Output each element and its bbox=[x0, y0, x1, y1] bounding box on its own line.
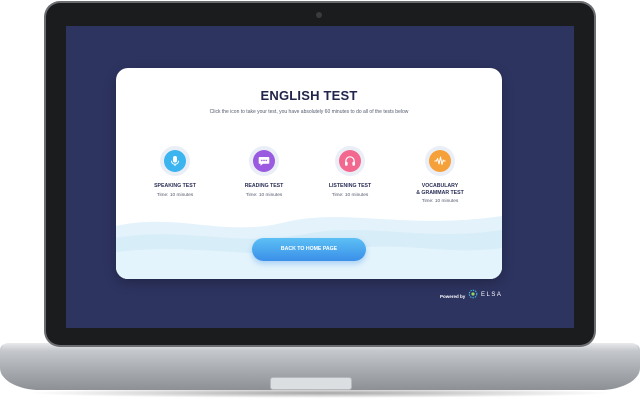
test-card: ENGLISH TEST Click the icon to take your… bbox=[116, 68, 502, 279]
laptop-lid-notch bbox=[270, 377, 352, 390]
screen: ENGLISH TEST Click the icon to take your… bbox=[66, 26, 574, 328]
instructions: Click the icon to take your test, you ha… bbox=[209, 109, 409, 115]
chat-bubble-icon bbox=[258, 157, 270, 166]
listening-icon-bg bbox=[339, 150, 361, 172]
elsa-brand: ELSA bbox=[481, 292, 503, 298]
listening-test-label: LISTENING TEST bbox=[328, 183, 372, 189]
speaking-test-label: SPEAKING TEST bbox=[154, 183, 196, 189]
speaking-test-time: Time: 10 minutes bbox=[156, 192, 194, 198]
headphones-icon bbox=[345, 156, 355, 166]
reading-test-time: Time: 10 minutes bbox=[245, 192, 283, 198]
vocabulary-grammar-test-button[interactable] bbox=[425, 146, 455, 176]
reading-test-button[interactable] bbox=[249, 146, 279, 176]
vocabulary-grammar-test-time: Time: 10 minutes bbox=[421, 199, 459, 204]
speaking-icon-bg bbox=[164, 150, 186, 172]
speaking-test-button[interactable] bbox=[160, 146, 190, 176]
camera bbox=[316, 12, 322, 18]
elsa-logo-icon bbox=[468, 289, 478, 299]
microphone-icon bbox=[171, 156, 179, 167]
reading-test[interactable]: READING TEST Time: 10 minutes bbox=[224, 146, 304, 198]
vocabulary-label-line1: VOCABULARY bbox=[421, 183, 459, 189]
reading-icon-bg bbox=[253, 150, 275, 172]
vocabulary-label-line2: & GRAMMAR TEST bbox=[416, 189, 464, 196]
listening-test-button[interactable] bbox=[335, 146, 365, 176]
vocabulary-icon-bg bbox=[429, 150, 451, 172]
listening-test-time: Time: 10 minutes bbox=[331, 192, 369, 198]
reading-test-label: READING TEST bbox=[244, 183, 284, 189]
back-to-home-button[interactable]: BACK TO HOME PAGE bbox=[252, 238, 366, 261]
listening-test[interactable]: LISTENING TEST Time: 10 minutes bbox=[310, 146, 390, 198]
speaking-test[interactable]: SPEAKING TEST Time: 10 minutes bbox=[135, 146, 215, 198]
soundwave-icon bbox=[434, 156, 446, 165]
powered-by-label: Powered by bbox=[440, 294, 466, 299]
page-title: ENGLISH TEST bbox=[260, 88, 358, 103]
vocabulary-grammar-test[interactable]: VOCABULARY & GRAMMAR TEST Time: 10 minut… bbox=[400, 146, 480, 204]
vocabulary-grammar-test-label: VOCABULARY & GRAMMAR TEST bbox=[400, 183, 480, 196]
